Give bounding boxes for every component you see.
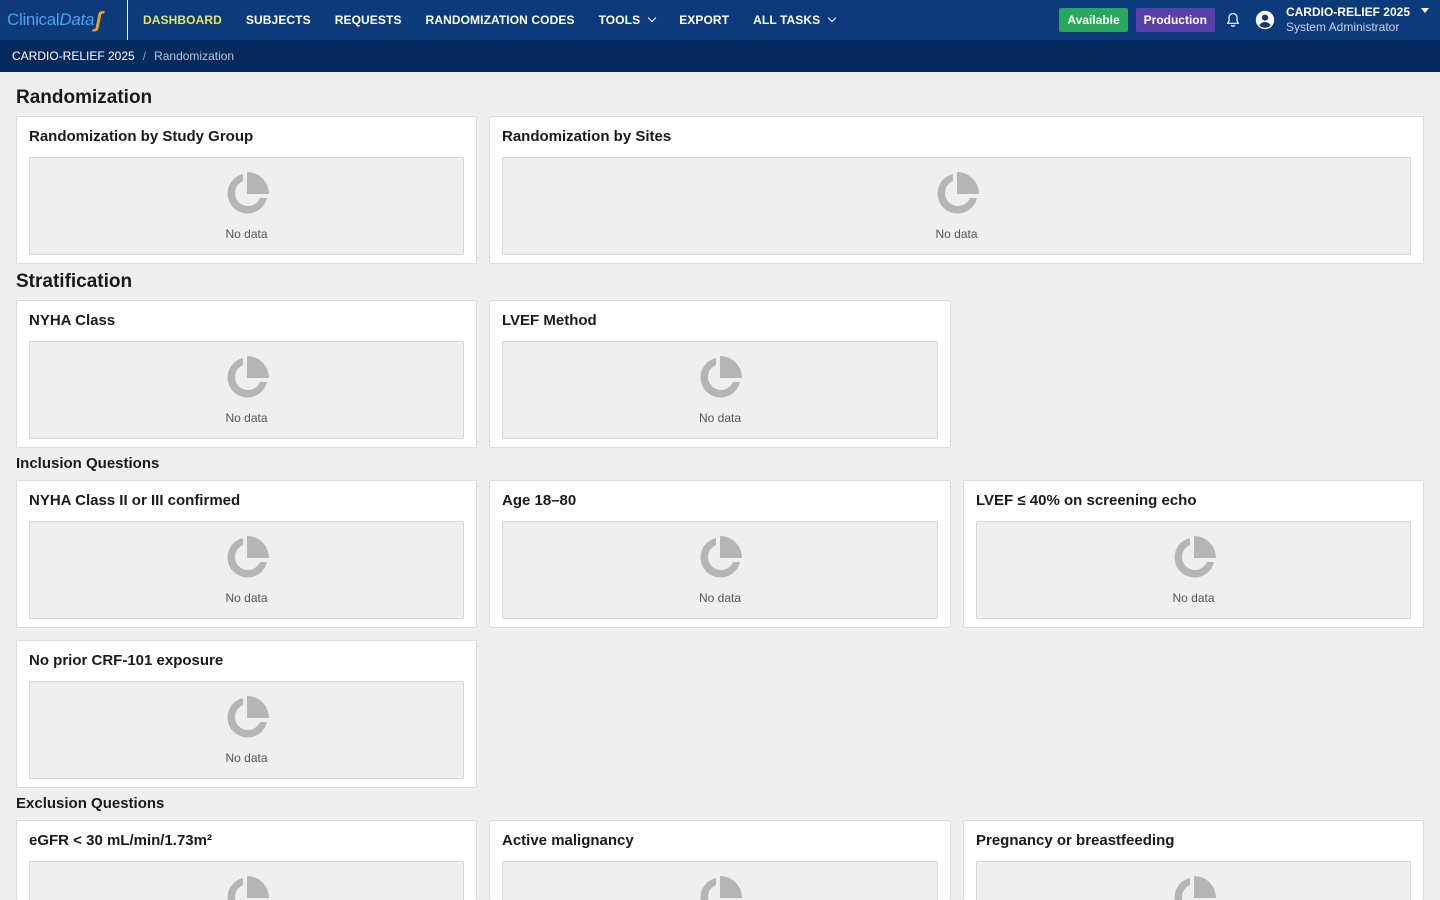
no-data-label: No data bbox=[698, 591, 742, 605]
card-title: LVEF ≤ 40% on screening echo bbox=[976, 492, 1197, 509]
card-title: eGFR < 30 mL/min/1.73m² bbox=[29, 832, 212, 849]
breadcrumb-separator: / bbox=[142, 49, 147, 63]
card-title: Randomization by Sites bbox=[502, 128, 672, 145]
card-title: NYHA Class II or III confirmed bbox=[29, 492, 241, 509]
card-title: NYHA Class bbox=[29, 312, 116, 329]
section-title-exclusion-questions: Exclusion Questions bbox=[16, 795, 165, 812]
pie-chart-icon bbox=[700, 536, 742, 578]
card-lvef-method: LVEF Method No data bbox=[489, 300, 951, 448]
user-role: System Administrator bbox=[1285, 20, 1400, 34]
logo-mark: ʃ bbox=[95, 7, 102, 32]
nav-tools[interactable]: TOOLS bbox=[587, 0, 668, 40]
header-right: Available Production CARDIO-RELIEF 2025 … bbox=[1059, 0, 1440, 40]
pie-chart-icon bbox=[227, 356, 269, 398]
card-egfr-under-30: eGFR < 30 mL/min/1.73m² bbox=[16, 820, 477, 900]
chart-placeholder: No data bbox=[502, 157, 1411, 255]
nav-requests[interactable]: REQUESTS bbox=[323, 0, 414, 40]
no-data-label: No data bbox=[225, 751, 268, 765]
nav-randomization-codes[interactable]: RANDOMIZATION CODES bbox=[414, 0, 587, 40]
clinicaldata-logo[interactable]: Clinical Data ʃ bbox=[0, 0, 128, 40]
chart-placeholder: No data bbox=[502, 341, 938, 439]
user-menu[interactable]: CARDIO-RELIEF 2025 System Administrator bbox=[1286, 5, 1410, 35]
nav-subjects[interactable]: SUBJECTS bbox=[234, 0, 323, 40]
breadcrumb-study[interactable]: CARDIO-RELIEF 2025 bbox=[12, 49, 135, 63]
section-title-stratification: Stratification bbox=[16, 271, 133, 292]
section-title-inclusion-questions: Inclusion Questions bbox=[16, 455, 160, 472]
pie-chart-icon bbox=[227, 536, 269, 578]
card-title: Age 18–80 bbox=[502, 492, 577, 509]
chart-placeholder bbox=[976, 861, 1411, 900]
breadcrumb: CARDIO-RELIEF 2025 / Randomization bbox=[0, 40, 1440, 72]
breadcrumb-current-page: Randomization bbox=[154, 49, 235, 63]
environment-badge[interactable]: Production bbox=[1135, 8, 1215, 32]
chart-placeholder bbox=[29, 861, 464, 900]
card-lvef-40-on-screening-echo: LVEF ≤ 40% on screening echo No data bbox=[963, 480, 1424, 628]
bell-icon[interactable] bbox=[1225, 12, 1241, 28]
card-title: Active malignancy bbox=[502, 832, 634, 849]
main-nav: DASHBOARD SUBJECTS REQUESTS RANDOMIZATIO… bbox=[131, 0, 847, 40]
pie-chart-icon bbox=[227, 172, 269, 214]
pie-chart-icon bbox=[1174, 876, 1216, 900]
card-title: Randomization by Study Group bbox=[29, 128, 254, 145]
card-title: LVEF Method bbox=[502, 312, 597, 329]
logo-text-clinical: Clinical bbox=[7, 10, 60, 29]
current-study-name: CARDIO-RELIEF 2025 bbox=[1285, 5, 1410, 19]
chart-placeholder: No data bbox=[29, 341, 464, 439]
chart-placeholder bbox=[502, 861, 938, 900]
card-randomization-by-sites: Randomization by Sites No data bbox=[489, 116, 1424, 264]
pie-chart-icon bbox=[1174, 536, 1216, 578]
nav-all-tasks[interactable]: ALL TASKS bbox=[741, 0, 847, 40]
card-no-prior-crf-101-exposure: No prior CRF-101 exposure No data bbox=[16, 640, 477, 788]
nav-export[interactable]: EXPORT bbox=[667, 0, 741, 40]
chart-placeholder: No data bbox=[29, 521, 464, 619]
card-title: Pregnancy or breastfeeding bbox=[976, 832, 1175, 849]
no-data-label: No data bbox=[225, 227, 268, 241]
section-title-randomization: Randomization bbox=[16, 87, 153, 108]
pie-chart-icon bbox=[227, 876, 269, 900]
chevron-down-icon bbox=[647, 13, 657, 23]
no-data-label: No data bbox=[698, 411, 742, 425]
chart-placeholder: No data bbox=[502, 521, 938, 619]
caret-down-icon[interactable] bbox=[1421, 8, 1429, 13]
user-circle-icon[interactable] bbox=[1255, 10, 1275, 30]
no-data-label: No data bbox=[935, 227, 978, 241]
chevron-down-icon bbox=[828, 13, 837, 23]
pie-chart-icon bbox=[700, 356, 742, 398]
pie-chart-icon bbox=[700, 876, 742, 900]
top-navigation-bar: Clinical Data ʃ DASHBOARD SUBJECTS REQUEST… bbox=[0, 0, 1440, 40]
card-nyha-class: NYHA Class No data bbox=[16, 300, 477, 448]
card-active-malignancy: Active malignancy bbox=[489, 820, 951, 900]
no-data-label: No data bbox=[1172, 591, 1215, 605]
card-age-18-80: Age 18–80 No data bbox=[489, 480, 951, 628]
card-title: No prior CRF-101 exposure bbox=[29, 652, 224, 669]
card-pregnancy-or-breastfeeding: Pregnancy or breastfeeding bbox=[963, 820, 1424, 900]
available-status-badge[interactable]: Available bbox=[1059, 8, 1128, 32]
card-randomization-by-study-group: Randomization by Study Group No data bbox=[16, 116, 477, 264]
pie-chart-icon bbox=[937, 172, 979, 214]
logo-text-data: Data bbox=[59, 10, 95, 29]
no-data-label: No data bbox=[225, 411, 268, 425]
nav-dashboard[interactable]: DASHBOARD bbox=[131, 0, 234, 40]
pie-chart-icon bbox=[227, 696, 269, 738]
card-nyha-class-ii-or-iii-confirmed: NYHA Class II or III confirmed No data bbox=[16, 480, 477, 628]
chart-placeholder: No data bbox=[976, 521, 1411, 619]
chart-placeholder: No data bbox=[29, 681, 464, 779]
chart-placeholder: No data bbox=[29, 157, 464, 255]
no-data-label: No data bbox=[225, 591, 268, 605]
